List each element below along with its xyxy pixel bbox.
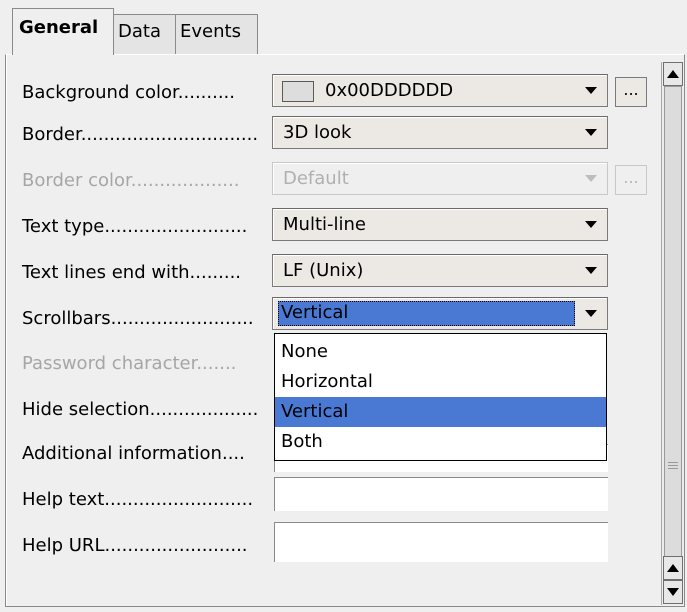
chevron-down-icon: [585, 175, 597, 182]
scrollbar-thumb[interactable]: [664, 86, 682, 576]
chevron-down-icon: [585, 129, 597, 136]
border-value: 3D look: [283, 122, 352, 143]
arrow-up-icon: [667, 564, 679, 572]
hide-selection-label: Hide selection...................: [22, 399, 259, 420]
text-type-label: Text type.........................: [22, 216, 248, 237]
option-both[interactable]: Both: [275, 427, 606, 457]
border-combo[interactable]: 3D look: [272, 116, 608, 149]
background-color-value: 0x00DDDDDD: [325, 80, 454, 101]
help-url-field[interactable]: [274, 522, 608, 562]
option-vertical[interactable]: Vertical: [275, 397, 606, 427]
help-text-field[interactable]: [274, 477, 608, 511]
background-color-browse-button[interactable]: ...: [615, 77, 647, 107]
additional-information-label: Additional information....: [22, 443, 245, 464]
scroll-up-button-lower[interactable]: [663, 556, 683, 580]
border-color-browse-button: ...: [615, 165, 647, 195]
tab-general-label: General: [19, 17, 99, 38]
scroll-up-button[interactable]: [663, 62, 683, 86]
vertical-scrollbar[interactable]: [661, 62, 683, 605]
help-text-label: Help text..........................: [22, 489, 254, 510]
border-color-value: Default: [283, 168, 349, 189]
tab-data-label: Data: [118, 21, 161, 42]
chevron-down-icon: [585, 87, 597, 94]
grip-line: [668, 468, 678, 469]
option-none[interactable]: None: [275, 337, 606, 367]
color-swatch: [282, 81, 314, 102]
grip-line: [668, 462, 678, 463]
border-label: Border...............................: [22, 124, 259, 145]
arrow-up-icon: [667, 70, 679, 78]
chevron-down-icon: [585, 267, 597, 274]
grip-line: [668, 465, 678, 466]
border-color-label: Border color...................: [22, 170, 240, 191]
text-type-combo[interactable]: Multi-line: [272, 208, 608, 241]
background-color-combo[interactable]: 0x00DDDDDD: [272, 74, 608, 107]
arrow-down-icon: [667, 588, 679, 596]
scrollbars-value: Vertical: [281, 302, 349, 323]
tab-events-label: Events: [180, 21, 241, 42]
border-color-combo: Default: [272, 162, 608, 195]
option-horizontal[interactable]: Horizontal: [275, 367, 606, 397]
scroll-down-button[interactable]: [663, 580, 683, 604]
tab-events[interactable]: Events: [175, 14, 258, 54]
password-character-label: Password character.......: [22, 353, 237, 374]
chevron-down-icon: [585, 221, 597, 228]
scrollbars-label: Scrollbars.........................: [22, 308, 254, 329]
text-lines-end-combo[interactable]: LF (Unix): [272, 254, 608, 287]
scrollbars-combo[interactable]: Vertical: [272, 297, 608, 330]
chevron-down-icon: [585, 310, 597, 317]
help-url-label: Help URL.........................: [22, 535, 248, 556]
text-lines-end-label: Text lines end with.........: [22, 262, 242, 283]
text-type-value: Multi-line: [283, 214, 366, 235]
scrollbars-dropdown-list: None Horizontal Vertical Both: [274, 333, 607, 461]
tab-data[interactable]: Data: [113, 14, 176, 54]
text-lines-end-value: LF (Unix): [283, 260, 364, 281]
tab-general[interactable]: General: [12, 8, 114, 55]
background-color-label: Background color..........: [22, 82, 235, 103]
